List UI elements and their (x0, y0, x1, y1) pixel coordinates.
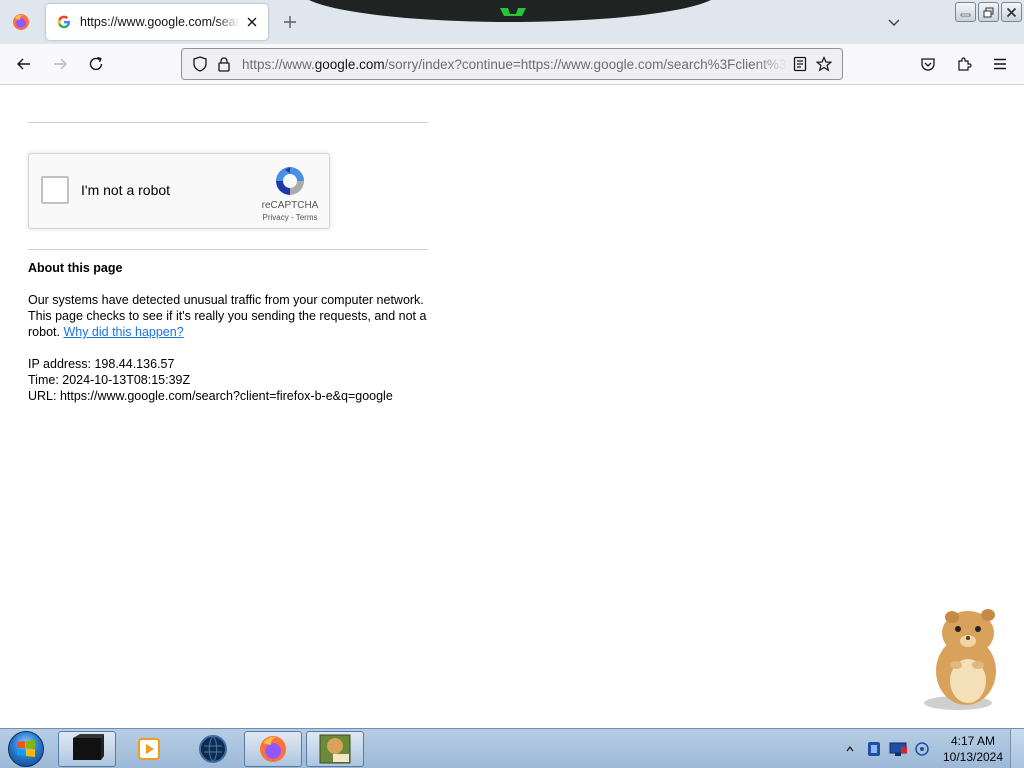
url-path: /sorry/index?continue=https://www.google… (384, 56, 788, 72)
recaptcha-checkbox[interactable] (41, 176, 69, 204)
puzzle-icon (958, 57, 972, 71)
ip-address-line: IP address: 198.44.136.57 (28, 357, 175, 371)
extensions-button[interactable] (949, 50, 979, 78)
url-text[interactable]: https://www.google.com/sorry/index?conti… (242, 57, 788, 72)
taskbar-app-network[interactable] (184, 731, 242, 767)
recaptcha-brand: reCAPTCHA (261, 200, 319, 211)
media-player-icon (138, 738, 160, 760)
windows-logo-icon (8, 731, 44, 767)
tab-title: https://www.google.com/search?client=fir… (80, 15, 240, 29)
url-line: URL: https://www.google.com/search?clien… (28, 389, 393, 403)
recaptcha-checkbox-label[interactable]: I'm not a robot (81, 182, 170, 198)
taskbar-app-media-player[interactable] (120, 731, 178, 767)
minimize-button[interactable] (955, 2, 976, 22)
taskbar-app-firefox[interactable] (244, 731, 302, 767)
arrow-right-icon (54, 58, 67, 70)
navigation-toolbar: https://www.google.com/sorry/index?conti… (0, 44, 1024, 85)
about-this-page-section: About this page Our systems have detecte… (28, 260, 428, 404)
tab-close-icon[interactable] (244, 14, 260, 30)
tab-strip: https://www.google.com/search?client=fir… (0, 0, 1024, 44)
show-desktop-button[interactable] (1010, 729, 1024, 768)
time-line: Time: 2024-10-13T08:15:39Z (28, 373, 191, 387)
reload-icon (89, 56, 103, 71)
forward-button[interactable] (45, 50, 75, 78)
globe-icon (199, 735, 227, 763)
page-content: I'm not a robot reCAPTCHA Privacy - Term… (0, 85, 1024, 728)
pocket-icon (921, 58, 935, 71)
list-all-tabs-button[interactable] (882, 10, 906, 34)
firefox-icon (13, 14, 29, 30)
tab-google-search[interactable]: https://www.google.com/search?client=fir… (46, 4, 268, 40)
clock-time: 4:17 AM (950, 734, 996, 748)
game-box-icon (319, 734, 351, 764)
back-button[interactable] (9, 50, 39, 78)
restore-icon (983, 7, 994, 17)
chevron-down-icon (888, 19, 900, 26)
pocket-button[interactable] (913, 50, 943, 78)
terminal-icon (73, 734, 104, 760)
lock-icon[interactable] (212, 52, 236, 76)
about-body: Our systems have detected unusual traffi… (28, 292, 428, 340)
bookmark-star-icon[interactable] (812, 52, 836, 76)
divider (28, 122, 428, 123)
theme-decoration-icon (500, 8, 526, 16)
network-status-icon[interactable] (888, 739, 908, 759)
restore-button[interactable] (978, 2, 999, 22)
url-prefix: https://www. (242, 56, 315, 72)
divider (28, 249, 428, 250)
clock-date: 10/13/2024 (942, 750, 1004, 764)
hamster-mascot-image (924, 609, 996, 710)
start-button[interactable] (4, 730, 48, 768)
recaptcha-privacy-terms-links[interactable]: Privacy - Terms (255, 213, 325, 222)
app-menu-button[interactable] (985, 50, 1015, 78)
recaptcha-widget: I'm not a robot reCAPTCHA Privacy - Term… (28, 153, 330, 229)
taskbar-clock[interactable]: 4:17 AM 10/13/2024 (940, 733, 1006, 765)
firefox-icon (260, 736, 286, 762)
minimize-icon (960, 13, 971, 16)
window-controls (955, 2, 1022, 22)
hamburger-menu-icon (994, 58, 1006, 70)
taskbar-app-game[interactable] (306, 731, 364, 767)
tracking-protection-shield-icon[interactable] (188, 52, 212, 76)
google-favicon-icon (56, 14, 72, 30)
taskbar-app-terminal[interactable] (58, 731, 116, 767)
new-tab-button[interactable] (278, 10, 302, 34)
about-heading: About this page (28, 261, 123, 275)
address-bar[interactable]: https://www.google.com/sorry/index?conti… (181, 48, 843, 80)
url-host: google.com (314, 56, 385, 72)
close-window-button[interactable] (1001, 2, 1022, 22)
arrow-left-icon (17, 58, 30, 70)
volume-icon[interactable] (912, 739, 932, 759)
why-did-this-happen-link[interactable]: Why did this happen? (63, 325, 183, 339)
taskbar: 4:17 AM 10/13/2024 (0, 728, 1024, 768)
reader-view-icon[interactable] (788, 52, 812, 76)
firefox-view-button[interactable] (4, 6, 38, 38)
tray-app-icon[interactable] (864, 739, 884, 759)
reload-button[interactable] (81, 50, 111, 78)
plus-icon (284, 16, 296, 28)
recaptcha-logo-icon (276, 167, 304, 195)
show-hidden-icons-icon[interactable] (840, 739, 860, 759)
close-icon (1006, 7, 1017, 17)
